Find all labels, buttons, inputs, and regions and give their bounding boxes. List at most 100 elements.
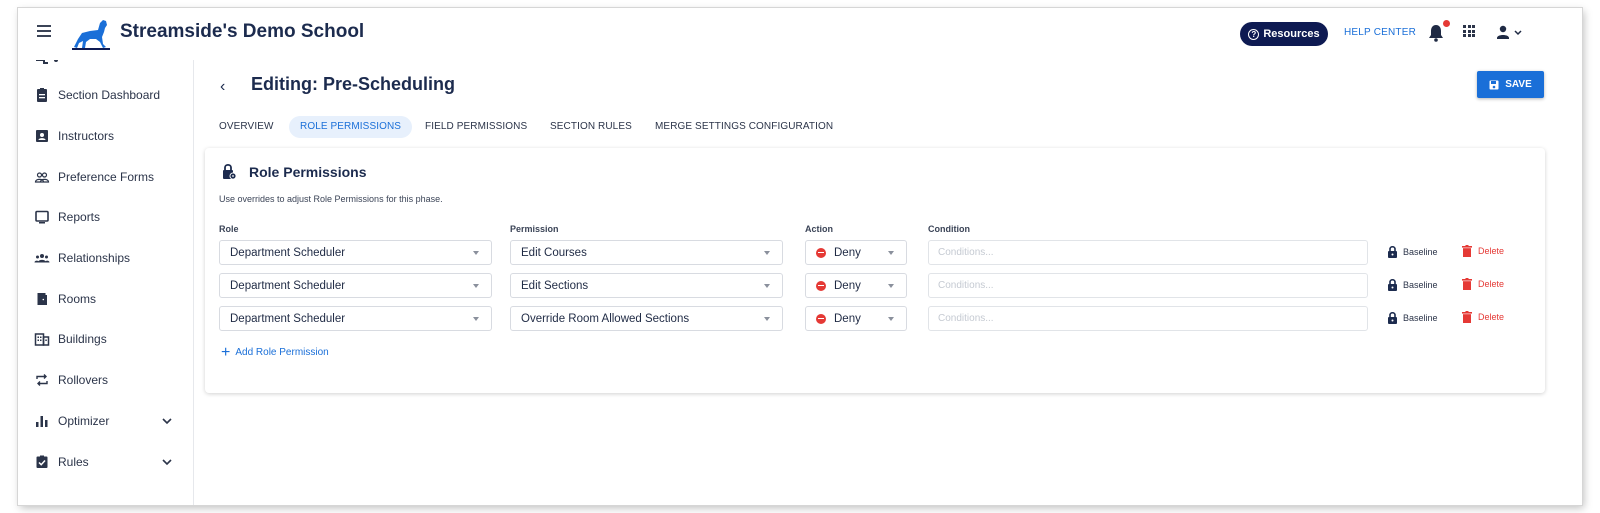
sidebar-item-label: Section Dashboard: [58, 88, 161, 102]
column-header-action: Action: [805, 224, 833, 234]
apps-grid-icon[interactable]: [1463, 25, 1475, 37]
dropdown-caret-icon: [888, 317, 894, 321]
action-select[interactable]: Deny: [805, 306, 907, 331]
permission-select[interactable]: Edit Courses: [510, 240, 783, 265]
building-icon: [34, 333, 50, 346]
dropdown-caret-icon: [764, 251, 770, 255]
sidebar-item-label: Relationships: [58, 251, 131, 265]
dropdown-caret-icon: [888, 284, 894, 288]
permission-select[interactable]: Edit Sections: [510, 273, 783, 298]
condition-input[interactable]: Conditions...: [928, 306, 1368, 331]
sidebar-item-instructors[interactable]: Instructors: [18, 121, 194, 151]
condition-input[interactable]: Conditions...: [928, 273, 1368, 298]
sidebar-item-optimizer[interactable]: Optimizer: [18, 406, 194, 436]
sidebar-item-relationships[interactable]: Relationships: [18, 243, 194, 273]
bell-icon[interactable]: [1427, 23, 1445, 43]
dropdown-caret-icon: [764, 317, 770, 321]
sidebar-item-label: Rules: [58, 455, 89, 469]
save-button[interactable]: SAVE: [1477, 71, 1544, 98]
dropdown-caret-icon: [473, 317, 479, 321]
menu-icon[interactable]: [37, 25, 51, 37]
resources-label: Resources: [1263, 28, 1320, 40]
sidebar-item-label: Optimizer: [58, 414, 110, 428]
dropdown-caret-icon: [764, 284, 770, 288]
deny-icon: [816, 280, 826, 291]
app-window: Streamside's Demo School ? Resources HEL…: [18, 8, 1582, 505]
role-value: Department Scheduler: [230, 312, 346, 325]
column-header-permission: Permission: [510, 224, 559, 234]
baseline-label: Baseline: [1403, 312, 1438, 323]
baseline-label: Baseline: [1403, 279, 1438, 290]
permission-value: Edit Courses: [521, 246, 587, 259]
lock-icon: [1388, 311, 1397, 324]
page-title: Editing: Pre-Scheduling: [251, 74, 456, 94]
sidebar-item-label: Instructors: [58, 129, 115, 143]
role-select[interactable]: Department Scheduler: [219, 306, 492, 331]
sidebar-item-reports[interactable]: Reports: [18, 202, 194, 232]
dog-logo-icon: [72, 20, 110, 50]
floppy-disk-icon: [1489, 80, 1499, 89]
id-card-icon: [36, 130, 48, 142]
lock-icon: [1388, 245, 1397, 258]
permission-value: Override Room Allowed Sections: [521, 312, 690, 325]
tab-overview[interactable]: OVERVIEW: [208, 116, 285, 138]
sidebar-item-label: Reports: [58, 210, 101, 224]
resources-button[interactable]: ? Resources: [1240, 22, 1328, 46]
tab-section-rules[interactable]: SECTION RULES: [539, 116, 643, 138]
add-role-permission-button[interactable]: + Add Role Permission: [221, 343, 329, 361]
delete-button[interactable]: Delete: [1462, 245, 1504, 257]
permission-select[interactable]: Override Room Allowed Sections: [510, 306, 783, 331]
people-outline-icon: [34, 172, 50, 183]
notification-dot: [1443, 20, 1450, 27]
save-label: SAVE: [1505, 79, 1532, 90]
delete-button[interactable]: Delete: [1462, 311, 1504, 323]
tab-field-permissions[interactable]: FIELD PERMISSIONS: [414, 116, 538, 138]
delete-button[interactable]: Delete: [1462, 278, 1504, 290]
checklist-icon: [36, 455, 48, 468]
trash-icon: [1462, 245, 1472, 257]
chevron-down-icon: [162, 418, 172, 425]
chevron-down-icon: [162, 459, 172, 466]
lock-shield-icon: [223, 163, 237, 180]
user-menu-icon[interactable]: [1495, 23, 1527, 43]
action-select[interactable]: Deny: [805, 273, 907, 298]
role-select[interactable]: Department Scheduler: [219, 240, 492, 265]
deny-icon: [816, 313, 826, 324]
sidebar-item-rooms[interactable]: Rooms: [18, 284, 194, 314]
delete-label: Delete: [1478, 312, 1505, 322]
baseline-button[interactable]: Baseline: [1387, 245, 1438, 258]
sidebar-item-rules[interactable]: Rules: [18, 447, 194, 477]
plus-icon: +: [221, 343, 231, 361]
tab-merge-settings-configuration[interactable]: MERGE SETTINGS CONFIGURATION: [644, 116, 844, 138]
sidebar-item-preference-forms[interactable]: Preference Forms: [18, 162, 194, 192]
baseline-button[interactable]: Baseline: [1387, 311, 1438, 324]
help-circle-icon: ?: [1248, 28, 1260, 40]
door-icon: [37, 293, 47, 305]
card-description: Use overrides to adjust Role Permissions…: [219, 194, 443, 204]
role-permissions-card: Role Permissions Use overrides to adjust…: [205, 148, 1545, 393]
repeat-icon: [36, 374, 48, 386]
deny-icon: [816, 247, 826, 258]
baseline-label: Baseline: [1403, 246, 1438, 257]
baseline-button[interactable]: Baseline: [1387, 278, 1438, 291]
tab-role-permissions[interactable]: ROLE PERMISSIONS: [289, 116, 413, 138]
sidebar-item-label: Rollovers: [58, 373, 109, 387]
role-select[interactable]: Department Scheduler: [219, 273, 492, 298]
role-value: Department Scheduler: [230, 279, 346, 292]
condition-input[interactable]: Conditions...: [928, 240, 1368, 265]
add-role-permission-label: Add Role Permission: [235, 347, 329, 358]
sidebar-item-buildings[interactable]: Buildings: [18, 324, 194, 354]
action-value: Deny: [834, 279, 861, 292]
back-button[interactable]: ‹: [220, 78, 225, 96]
sidebar-item-label: Rooms: [58, 292, 97, 306]
bar-chart-icon: [36, 416, 48, 427]
sidebar-item-rollovers[interactable]: Rollovers: [18, 365, 194, 395]
permission-value: Edit Sections: [521, 279, 589, 292]
sidebar-item-label: Preference Forms: [58, 170, 155, 184]
help-center-link[interactable]: HELP CENTER: [1344, 27, 1416, 38]
delete-label: Delete: [1478, 279, 1505, 289]
delete-label: Delete: [1478, 246, 1505, 256]
action-select[interactable]: Deny: [805, 240, 907, 265]
sidebar-item-section-dashboard[interactable]: Section Dashboard: [18, 80, 194, 110]
group-icon: [34, 254, 50, 263]
